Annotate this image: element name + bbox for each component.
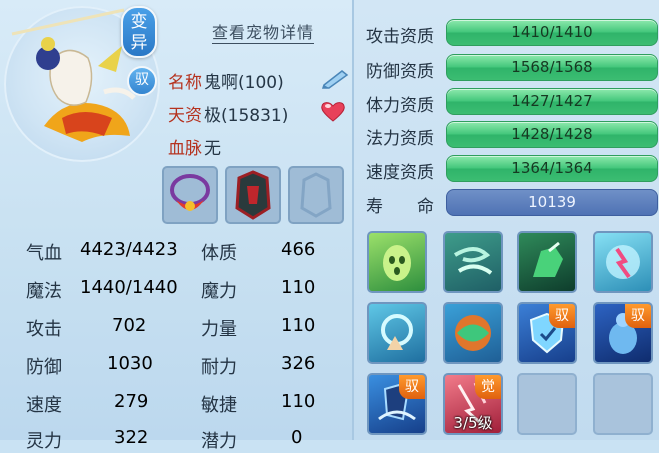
bloodline-value: 无 bbox=[204, 139, 221, 159]
skill-slot-9[interactable]: 驭 bbox=[367, 373, 427, 435]
talent-value: 极(15831) bbox=[204, 106, 289, 126]
magic-value: 110 bbox=[281, 277, 316, 298]
ghost-skill-icon bbox=[383, 245, 411, 281]
agi-label: 敏捷 bbox=[201, 395, 237, 416]
skill-jue-tag: 觉 bbox=[475, 375, 501, 399]
skill-slot-12-empty[interactable] bbox=[593, 373, 653, 435]
apt-attack-label: 攻击资质 bbox=[366, 27, 434, 47]
hp-label: 气血 bbox=[26, 243, 62, 264]
skill-slot-2[interactable] bbox=[443, 231, 503, 293]
def-value: 1030 bbox=[107, 353, 153, 374]
pet-detail-link[interactable]: 查看宠物详情 bbox=[212, 19, 315, 44]
necklace-icon bbox=[170, 174, 210, 211]
apt-speed-bar: 1364/1364 bbox=[446, 155, 658, 182]
spd-label: 速度 bbox=[26, 395, 62, 416]
apt-attack-bar: 1410/1410 bbox=[446, 19, 658, 46]
skill-yu-tag-2: 驭 bbox=[625, 304, 651, 328]
type-badge: 驭 bbox=[127, 66, 157, 96]
hp-value: 4423/4423 bbox=[80, 239, 178, 260]
name-label: 名称 bbox=[168, 73, 202, 93]
skill-slot-10-awaken[interactable]: 觉 3/5级 bbox=[443, 373, 503, 435]
apt-stamina-label: 体力资质 bbox=[366, 96, 434, 116]
skill-yu-tag-3: 驭 bbox=[399, 375, 425, 399]
atk-label: 攻击 bbox=[26, 319, 62, 340]
mutation-badge-label: 变异 bbox=[130, 12, 148, 53]
mp-label: 魔法 bbox=[26, 281, 62, 302]
apt-stamina-bar: 1427/1427 bbox=[446, 88, 658, 115]
apt-magic-label: 法力资质 bbox=[366, 129, 434, 149]
apt-speed-label: 速度资质 bbox=[366, 163, 434, 183]
con-label: 体质 bbox=[201, 243, 237, 264]
mutation-badge: 变异 bbox=[121, 6, 157, 58]
pot-value: 0 bbox=[291, 427, 303, 448]
favorite-heart-icon[interactable] bbox=[320, 100, 346, 126]
awaken-level-text: 3/5级 bbox=[453, 414, 493, 432]
orb-skill-icon bbox=[455, 315, 491, 351]
equip-slot-1[interactable] bbox=[162, 166, 218, 224]
skill-slot-1[interactable] bbox=[367, 231, 427, 293]
wind-skill-icon bbox=[453, 247, 493, 275]
panel-divider bbox=[352, 0, 354, 440]
apt-defense-bar: 1568/1568 bbox=[446, 54, 658, 81]
magic-label: 魔力 bbox=[201, 281, 237, 302]
type-badge-label: 驭 bbox=[135, 72, 149, 88]
spirit-value: 322 bbox=[114, 427, 149, 448]
armor-icon bbox=[235, 170, 271, 220]
agi-value: 110 bbox=[281, 391, 316, 412]
lightning-hand-skill-icon bbox=[606, 245, 640, 279]
skill-slot-6[interactable] bbox=[443, 302, 503, 364]
end-label: 耐力 bbox=[201, 357, 237, 378]
def-label: 防御 bbox=[26, 357, 62, 378]
bloodline-label: 血脉 bbox=[168, 139, 202, 159]
rename-pen-icon[interactable] bbox=[320, 67, 350, 93]
str-value: 110 bbox=[281, 315, 316, 336]
atk-value: 702 bbox=[112, 315, 147, 336]
con-value: 466 bbox=[281, 239, 316, 260]
equip-slot-2[interactable] bbox=[225, 166, 281, 224]
skill-slot-11-empty[interactable] bbox=[517, 373, 577, 435]
talent-label: 天资 bbox=[168, 106, 202, 126]
spd-value: 279 bbox=[114, 391, 149, 412]
pet-talent-row: 天资 极(15831) bbox=[168, 101, 288, 126]
water-palm-skill-icon bbox=[381, 314, 413, 350]
equip-slot-3-empty[interactable] bbox=[288, 166, 344, 224]
name-value: 鬼啊(100) bbox=[204, 73, 284, 93]
apt-defense-label: 防御资质 bbox=[366, 62, 434, 82]
pet-bloodline-row: 血脉无 bbox=[168, 134, 221, 159]
pot-label: 潜力 bbox=[201, 431, 237, 452]
skill-slot-8[interactable]: 驭 bbox=[593, 302, 653, 364]
life-bar: 10139 bbox=[446, 189, 658, 216]
skill-slot-4[interactable] bbox=[593, 231, 653, 293]
end-value: 326 bbox=[281, 353, 316, 374]
apt-magic-bar: 1428/1428 bbox=[446, 121, 658, 148]
spirit-label: 灵力 bbox=[26, 431, 62, 452]
skill-slot-3[interactable] bbox=[517, 231, 577, 293]
skill-yu-tag: 驭 bbox=[549, 304, 575, 328]
mp-value: 1440/1440 bbox=[80, 277, 178, 298]
str-label: 力量 bbox=[201, 319, 237, 340]
skill-slot-7[interactable]: 驭 bbox=[517, 302, 577, 364]
pet-name-row: 名称 鬼啊(100) bbox=[168, 68, 284, 93]
beast-skill-icon bbox=[533, 241, 563, 277]
empty-armor-placeholder-icon bbox=[300, 172, 332, 218]
life-label: 寿 命 bbox=[366, 197, 434, 217]
skill-slot-5[interactable] bbox=[367, 302, 427, 364]
